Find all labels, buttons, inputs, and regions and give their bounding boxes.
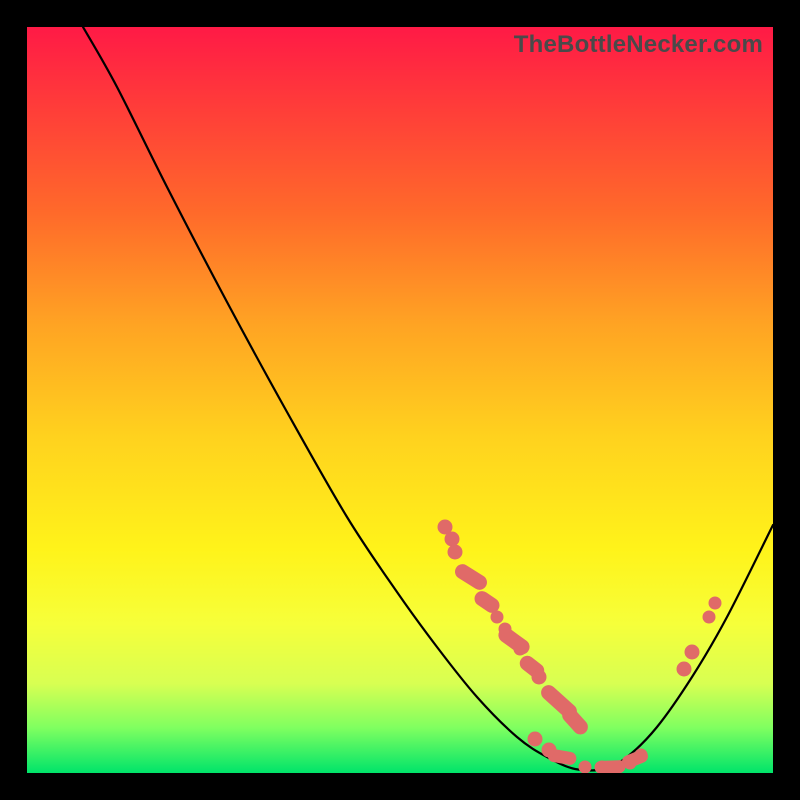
marker-dot: [514, 643, 526, 655]
marker-dot: [542, 743, 556, 757]
marker-dot: [709, 597, 721, 609]
marker-dot-layer: [438, 520, 721, 773]
bottleneck-curve: [83, 27, 773, 771]
chart-plot: [27, 27, 773, 773]
marker-dot: [532, 670, 546, 684]
marker-dot: [448, 545, 462, 559]
marker-dot: [491, 611, 503, 623]
marker-dot: [685, 645, 699, 659]
chart-frame: TheBottleNecker.com: [27, 27, 773, 773]
marker-dot: [624, 757, 636, 769]
marker-dot: [635, 749, 647, 761]
marker-dot: [499, 623, 511, 635]
marker-dot: [596, 761, 608, 773]
marker-dot: [703, 611, 715, 623]
marker-dot: [579, 761, 591, 773]
marker-dot: [677, 662, 691, 676]
marker-pill: [453, 562, 489, 592]
marker-dot: [528, 732, 542, 746]
watermark-label: TheBottleNecker.com: [514, 31, 763, 59]
marker-pill-layer: [453, 562, 649, 773]
marker-pill: [560, 705, 590, 737]
marker-dot: [445, 532, 459, 546]
